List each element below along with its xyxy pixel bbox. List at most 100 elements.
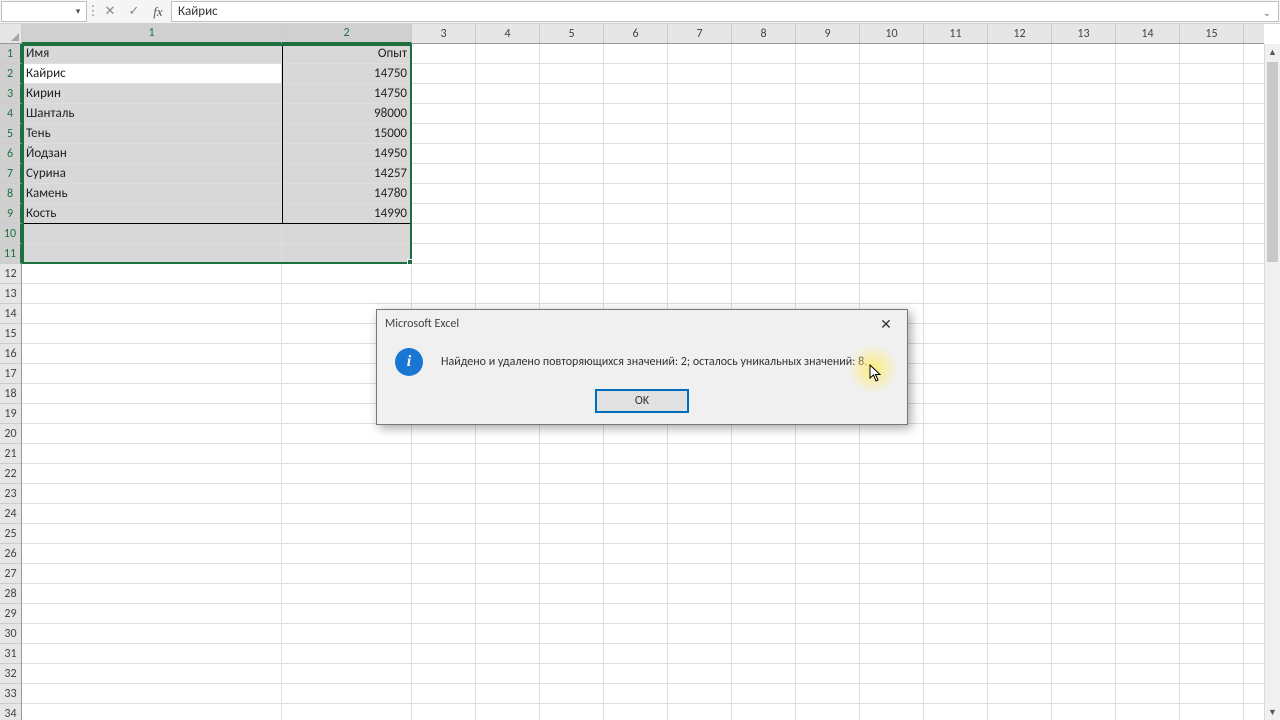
cell[interactable] [1116,504,1180,523]
cell[interactable]: 14750 [282,64,412,83]
cell[interactable] [476,104,540,123]
cell[interactable] [1180,264,1244,283]
cell[interactable] [1116,144,1180,163]
cell[interactable] [988,624,1052,643]
cell[interactable] [1052,284,1116,303]
cell[interactable] [732,704,796,720]
cell[interactable] [860,124,924,143]
row-header[interactable]: 13 [0,284,21,304]
cell[interactable] [540,244,604,263]
cell[interactable]: 14750 [282,84,412,103]
cell[interactable] [1180,144,1244,163]
cell[interactable] [1052,304,1116,323]
cell[interactable] [988,164,1052,183]
cell[interactable] [412,284,476,303]
row-header[interactable]: 3 [0,84,22,104]
cell[interactable] [412,544,476,563]
cell[interactable] [412,684,476,703]
row-header[interactable]: 15 [0,324,21,344]
cell[interactable] [1180,204,1244,223]
cell[interactable] [732,244,796,263]
cell[interactable] [1180,104,1244,123]
cell[interactable] [282,684,412,703]
cell[interactable] [540,464,604,483]
cell[interactable] [732,64,796,83]
row-header[interactable]: 34 [0,704,21,720]
cell[interactable] [1116,284,1180,303]
column-header[interactable]: 14 [1116,24,1180,43]
cell[interactable] [1180,384,1244,403]
cell[interactable] [988,664,1052,683]
cell[interactable] [796,644,860,663]
cell[interactable] [476,604,540,623]
cell[interactable] [1116,124,1180,143]
cell[interactable] [604,44,668,63]
cell[interactable] [732,84,796,103]
cell[interactable] [1180,284,1244,303]
cell[interactable] [1052,364,1116,383]
cell[interactable] [1116,544,1180,563]
cell[interactable] [860,284,924,303]
cell[interactable]: Кирин [22,84,282,103]
row-header[interactable]: 33 [0,684,21,704]
cell[interactable] [22,224,282,243]
cell[interactable] [668,424,732,443]
cell[interactable] [732,424,796,443]
cell[interactable] [540,84,604,103]
cell[interactable] [412,144,476,163]
cell[interactable] [604,264,668,283]
cell[interactable] [476,144,540,163]
cell[interactable] [540,124,604,143]
cell[interactable] [1116,184,1180,203]
cell[interactable] [732,284,796,303]
cell[interactable] [540,104,604,123]
cell[interactable] [476,64,540,83]
cell[interactable] [604,64,668,83]
cell[interactable] [668,244,732,263]
cell[interactable] [1052,64,1116,83]
cell[interactable] [476,244,540,263]
cell[interactable] [1052,144,1116,163]
cell[interactable] [988,424,1052,443]
cell[interactable] [1116,444,1180,463]
cell[interactable] [668,184,732,203]
cell[interactable] [1180,684,1244,703]
cell[interactable] [476,704,540,720]
cell[interactable] [988,264,1052,283]
cell[interactable] [1052,424,1116,443]
cell[interactable] [668,624,732,643]
cell[interactable] [1180,124,1244,143]
cell[interactable] [1052,324,1116,343]
cell[interactable] [668,664,732,683]
cell[interactable] [476,484,540,503]
cell[interactable] [1116,44,1180,63]
cell[interactable] [282,224,412,243]
cell[interactable] [732,264,796,283]
cell[interactable] [22,564,282,583]
row-header[interactable]: 4 [0,104,22,124]
cell[interactable] [604,104,668,123]
cell[interactable] [540,624,604,643]
cell[interactable] [1116,384,1180,403]
cell[interactable] [732,164,796,183]
cell[interactable] [860,544,924,563]
cell[interactable] [1116,344,1180,363]
row-header[interactable]: 21 [0,444,21,464]
cell[interactable] [924,124,988,143]
cell[interactable] [988,604,1052,623]
row-header[interactable]: 31 [0,644,21,664]
cell[interactable] [668,144,732,163]
cell[interactable] [1052,344,1116,363]
cell[interactable] [1052,704,1116,720]
cell[interactable] [668,484,732,503]
cell[interactable] [1180,504,1244,523]
cell[interactable] [796,684,860,703]
cell[interactable] [1116,644,1180,663]
cell[interactable] [604,144,668,163]
cell[interactable] [860,484,924,503]
cell[interactable] [796,184,860,203]
cell[interactable] [860,204,924,223]
cell[interactable] [668,704,732,720]
cell[interactable] [732,464,796,483]
cell[interactable] [1116,664,1180,683]
